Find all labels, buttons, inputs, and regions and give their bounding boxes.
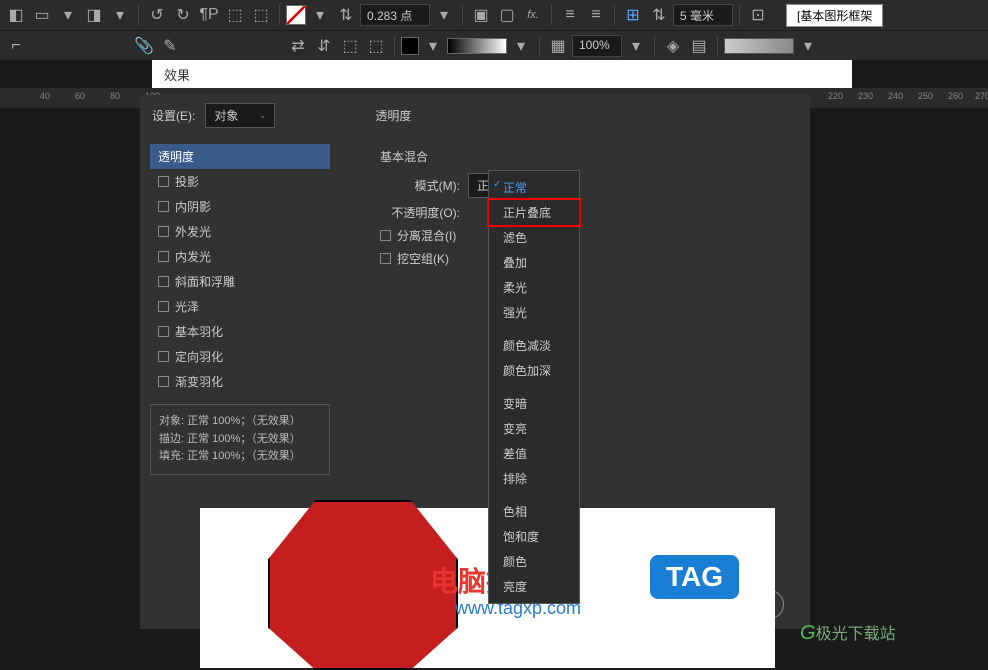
link-icon[interactable]: ⬚ xyxy=(223,3,247,27)
transparency-heading: 透明度 xyxy=(375,107,411,124)
blend-mode-menu: ✓正常 正片叠底 滤色 叠加 柔光 强光 颜色减淡 颜色加深 变暗 变亮 差值 … xyxy=(488,170,580,604)
chevron-down-icon: ⌄ xyxy=(259,110,267,121)
stroke-swatch[interactable] xyxy=(286,5,306,25)
grid-icon[interactable]: ⊞ xyxy=(621,3,645,27)
blend-mode-saturation[interactable]: 饱和度 xyxy=(489,524,579,549)
align-icon-2[interactable]: ≡ xyxy=(584,3,608,27)
effect-bevel[interactable]: 斜面和浮雕 xyxy=(150,269,330,294)
blend-mode-normal[interactable]: ✓正常 xyxy=(489,175,579,200)
blend-mode-exclusion[interactable]: 排除 xyxy=(489,466,579,491)
ruler-mark: 270 xyxy=(975,91,988,101)
effect-drop-shadow[interactable]: 投影 xyxy=(150,169,330,194)
dialog-title: 效果 xyxy=(164,65,190,84)
effect-satin[interactable]: 光泽 xyxy=(150,294,330,319)
tool-btn-3[interactable]: ◨ xyxy=(82,3,106,27)
opacity-label: 不透明度(O): xyxy=(370,204,460,221)
ruler-mark: 220 xyxy=(828,91,843,101)
chevron-down-icon[interactable]: ▾ xyxy=(796,34,820,58)
blend-mode-luminosity[interactable]: 亮度 xyxy=(489,574,579,599)
blend-mode-overlay[interactable]: 叠加 xyxy=(489,250,579,275)
secondary-toolbar: ⌐ 📎 ✎ ⇄ ⇵ ⬚ ⬚ ▾ ▾ ▦ 100% ▾ ◈ ▤ ▾ xyxy=(0,30,988,60)
blend-mode-hue[interactable]: 色相 xyxy=(489,499,579,524)
frame-icon[interactable]: ▢ xyxy=(495,3,519,27)
ruler-mark: 260 xyxy=(948,91,963,101)
chevron-down-icon[interactable]: ▾ xyxy=(421,34,445,58)
effects-list: 透明度 投影 内阴影 外发光 内发光 斜面和浮雕 光泽 基本羽化 定向羽化 渐变… xyxy=(140,136,340,483)
transform-icon[interactable]: ⬚ xyxy=(338,34,362,58)
blend-mode-color[interactable]: 颜色 xyxy=(489,549,579,574)
chevron-down-icon[interactable]: ▾ xyxy=(624,34,648,58)
size-input[interactable]: 5 毫米 xyxy=(673,4,733,26)
mode-label: 模式(M): xyxy=(370,177,460,194)
flip-v-icon[interactable]: ⇵ xyxy=(312,34,336,58)
blend-mode-soft-light[interactable]: 柔光 xyxy=(489,275,579,300)
blend-mode-difference[interactable]: 差值 xyxy=(489,441,579,466)
ruler-mark: 230 xyxy=(858,91,873,101)
dropdown-icon[interactable]: ▾ xyxy=(56,3,80,27)
tool-btn-4[interactable]: ▾ xyxy=(108,3,132,27)
frame-fit-icon[interactable]: ▣ xyxy=(469,3,493,27)
stepper-icon[interactable]: ⇅ xyxy=(647,3,671,27)
main-toolbar: ◧ ▭ ▾ ◨ ▾ ↺ ↻ ¶P ⬚ ⬚ ▾ ⇅ 0.283 点 ▾ ▣ ▢ f… xyxy=(0,0,988,30)
fx-icon[interactable]: fx. xyxy=(521,3,545,27)
ruler-mark: 40 xyxy=(40,91,50,101)
effect-outer-glow[interactable]: 外发光 xyxy=(150,219,330,244)
brush-icon[interactable]: ✎ xyxy=(158,34,182,58)
attach-icon[interactable]: 📎 xyxy=(132,34,156,58)
ruler-mark: 80 xyxy=(110,91,120,101)
wrap-icon[interactable]: ▤ xyxy=(687,34,711,58)
basic-blend-title: 基本混合 xyxy=(380,148,800,165)
blend-mode-color-burn[interactable]: 颜色加深 xyxy=(489,358,579,383)
preset-dropdown[interactable]: [基本图形框架 xyxy=(786,4,883,27)
ruler-mark: 60 xyxy=(75,91,85,101)
transparency-panel: 基本混合 模式(M): 正常 ⌄ 不透明度(O): 分离混合(I) 挖空组(K) xyxy=(360,136,810,281)
effects-icon[interactable]: ◈ xyxy=(661,34,685,58)
blend-mode-hard-light[interactable]: 强光 xyxy=(489,300,579,325)
tag-badge: TAG xyxy=(650,555,739,599)
tool-btn-2[interactable]: ▭ xyxy=(30,3,54,27)
rotate-cw-icon[interactable]: ↻ xyxy=(171,3,195,27)
grid-settings-icon[interactable]: ⊡ xyxy=(746,3,770,27)
flip-h-icon[interactable]: ⇄ xyxy=(286,34,310,58)
rotate-ccw-icon[interactable]: ↺ xyxy=(145,3,169,27)
effect-directional-feather[interactable]: 定向羽化 xyxy=(150,344,330,369)
effect-inner-glow[interactable]: 内发光 xyxy=(150,244,330,269)
opacity-icon[interactable]: ▦ xyxy=(546,34,570,58)
ruler-mark: 250 xyxy=(918,91,933,101)
effect-gradient-feather[interactable]: 渐变羽化 xyxy=(150,369,330,394)
effect-basic-feather[interactable]: 基本羽化 xyxy=(150,319,330,344)
status-summary: 对象: 正常 100%；（无效果） 描边: 正常 100%；（无效果） 填充: … xyxy=(150,404,330,475)
chevron-down-icon[interactable]: ▾ xyxy=(432,3,456,27)
gradient-bar[interactable] xyxy=(724,38,794,54)
ruler-mark: 240 xyxy=(888,91,903,101)
blend-mode-color-dodge[interactable]: 颜色减淡 xyxy=(489,333,579,358)
isolate-blend-checkbox[interactable]: 分离混合(I) xyxy=(380,227,800,244)
chevron-down-icon[interactable]: ▾ xyxy=(308,3,332,27)
gradient-swatch[interactable] xyxy=(447,38,507,54)
align-icon[interactable]: ≡ xyxy=(558,3,582,27)
chevron-down-icon[interactable]: ▾ xyxy=(509,34,533,58)
fill-swatch[interactable] xyxy=(401,37,419,55)
stepper-icon[interactable]: ⇅ xyxy=(334,3,358,27)
settings-label: 设置(E): xyxy=(152,107,195,124)
corner-icon[interactable]: ⌐ xyxy=(4,34,28,58)
stroke-weight-input[interactable]: 0.283 点 xyxy=(360,4,430,26)
effect-inner-shadow[interactable]: 内阴影 xyxy=(150,194,330,219)
blend-mode-screen[interactable]: 滤色 xyxy=(489,225,579,250)
settings-dropdown[interactable]: 对象 ⌄ xyxy=(205,103,275,128)
tool-btn-1[interactable]: ◧ xyxy=(4,3,28,27)
chain-icon[interactable]: ⬚ xyxy=(249,3,273,27)
knockout-group-checkbox[interactable]: 挖空组(K) xyxy=(380,250,800,267)
blend-mode-lighten[interactable]: 变亮 xyxy=(489,416,579,441)
zoom-input[interactable]: 100% xyxy=(572,35,622,57)
transform-icon-2[interactable]: ⬚ xyxy=(364,34,388,58)
dialog-title-bar: 效果 xyxy=(152,60,852,88)
effect-transparency[interactable]: 透明度 xyxy=(150,144,330,169)
paragraph-icon[interactable]: ¶P xyxy=(197,3,221,27)
blend-mode-multiply[interactable]: 正片叠底 xyxy=(489,200,579,225)
watermark-site2: G极光下载站 xyxy=(800,620,896,645)
blend-mode-darken[interactable]: 变暗 xyxy=(489,391,579,416)
